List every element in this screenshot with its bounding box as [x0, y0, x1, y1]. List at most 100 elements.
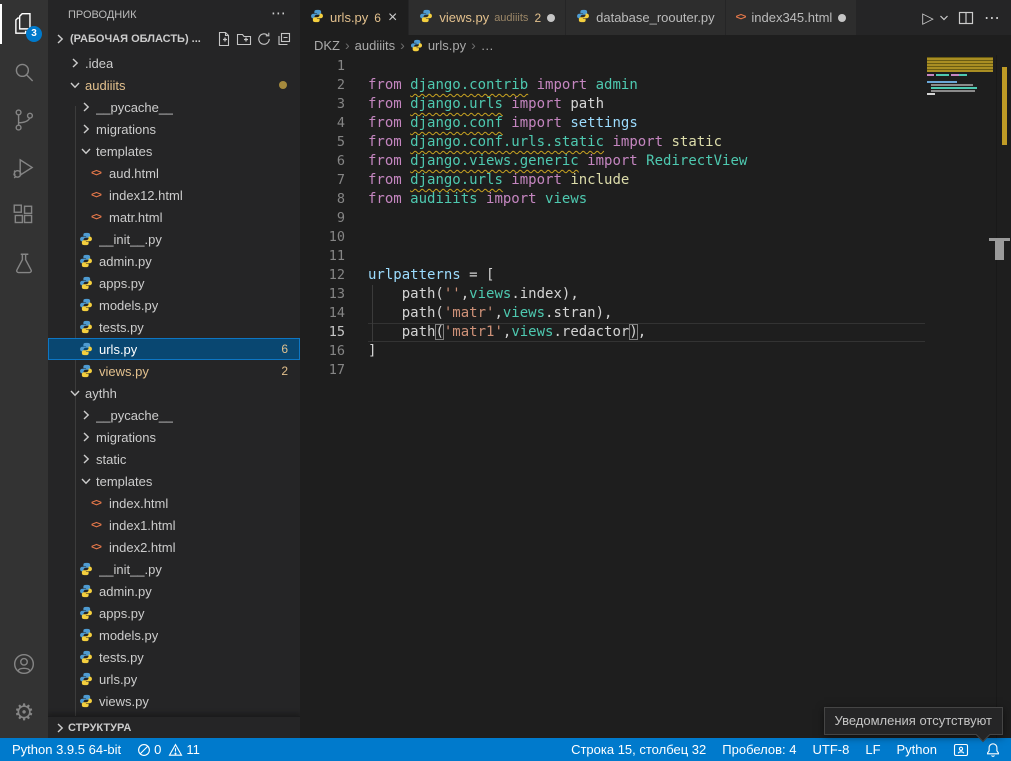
- python-file-icon: [78, 606, 94, 620]
- tree-item-file-urls-py[interactable]: urls.py: [48, 668, 300, 690]
- line-numbers-gutter: 12 34 56 78 910 1112 1314 1516 17: [300, 57, 345, 380]
- tree-item-file-aud-html[interactable]: <> aud.html: [48, 162, 300, 184]
- python-file-icon: [78, 254, 94, 268]
- tree-item-file-apps-py[interactable]: apps.py: [48, 272, 300, 294]
- tab-database-roouter-py[interactable]: database_roouter.py: [566, 0, 726, 35]
- account-icon[interactable]: [0, 640, 48, 688]
- tree-item-file-index12-html[interactable]: <> index12.html: [48, 184, 300, 206]
- tree-item-file-views-py[interactable]: views.py 2: [48, 360, 300, 382]
- tree-item-file-tests-py[interactable]: tests.py: [48, 646, 300, 668]
- errors-count: 0: [154, 742, 161, 757]
- tree-item-file-matr-html[interactable]: <> matr.html: [48, 206, 300, 228]
- tree-item-file-init-py[interactable]: __init__.py: [48, 558, 300, 580]
- indentation-status[interactable]: Пробелов: 4: [714, 738, 804, 761]
- tree-item-folder-pycache[interactable]: __pycache__: [48, 96, 300, 118]
- chevron-icon: [78, 143, 94, 159]
- tab-urls-py[interactable]: urls.py 6 ×: [300, 0, 409, 35]
- explorer-icon[interactable]: 3: [0, 0, 48, 48]
- html-file-icon: <>: [88, 168, 104, 179]
- tree-item-file-tests-py[interactable]: tests.py: [48, 316, 300, 338]
- tree-item-folder-static[interactable]: static: [48, 448, 300, 470]
- split-editor-icon[interactable]: [955, 5, 977, 31]
- python-interpreter-status[interactable]: Python 3.9.5 64-bit: [4, 738, 129, 761]
- chevron-icon: [67, 385, 83, 401]
- extensions-icon[interactable]: [0, 192, 48, 240]
- problems-status[interactable]: 0 11: [129, 738, 208, 761]
- python-file-icon: [410, 39, 423, 52]
- settings-gear-icon[interactable]: ⚙: [0, 688, 48, 736]
- explorer-badge: 3: [26, 26, 42, 42]
- html-file-icon: <>: [88, 520, 104, 531]
- breadcrumb-separator: ›: [400, 37, 405, 53]
- tab-views-py[interactable]: views.py audiiits 2: [409, 0, 566, 35]
- encoding-status[interactable]: UTF-8: [805, 738, 858, 761]
- tree-item-file-index2-html[interactable]: <> index2.html: [48, 536, 300, 558]
- collapse-all-icon[interactable]: [274, 29, 294, 49]
- breadcrumb-item[interactable]: urls.py: [428, 38, 466, 53]
- tree-item-folder-audiiits[interactable]: audiiits: [48, 74, 300, 96]
- cursor-position-status[interactable]: Строка 15, столбец 32: [563, 738, 714, 761]
- editor-group: urls.py 6 × views.py audiiits 2 database…: [300, 0, 1011, 738]
- tree-item-folder-pycache[interactable]: __pycache__: [48, 404, 300, 426]
- new-file-icon[interactable]: [214, 29, 234, 49]
- run-python-file-icon[interactable]: ▷: [917, 5, 939, 31]
- tree-item-file-views-py[interactable]: views.py: [48, 690, 300, 712]
- warnings-icon: [168, 743, 183, 757]
- tab-index345-html[interactable]: <> index345.html: [726, 0, 858, 35]
- testing-icon[interactable]: [0, 240, 48, 288]
- tree-item-folder-aythh[interactable]: aythh: [48, 382, 300, 404]
- more-actions-icon[interactable]: ⋯: [981, 5, 1003, 31]
- unsaved-dot-icon[interactable]: [838, 14, 846, 22]
- minimap[interactable]: [927, 57, 993, 121]
- status-bar: Python 3.9.5 64-bit 0 11 Строка 15, стол…: [0, 738, 1011, 761]
- scrollbar-thumb[interactable]: [995, 241, 1004, 260]
- minimap-warning-block: [927, 57, 993, 72]
- breadcrumb-item[interactable]: audiiits: [355, 38, 395, 53]
- overview-ruler[interactable]: [996, 55, 1011, 738]
- run-dropdown-chevron-icon[interactable]: [937, 5, 951, 31]
- tree-item-file-admin-py[interactable]: admin.py: [48, 250, 300, 272]
- file-tree: DKZ .idea audiiits __pycache__ migration…: [48, 40, 300, 722]
- tree-item-file-urls-py-selected[interactable]: urls.py 6: [48, 338, 300, 360]
- code-line: from django.contrib import admin: [368, 76, 925, 95]
- unsaved-dot-icon[interactable]: [547, 14, 555, 22]
- tree-item-file-index-html[interactable]: <> index.html: [48, 492, 300, 514]
- python-file-icon: [419, 9, 433, 26]
- tree-item-file-apps-py[interactable]: apps.py: [48, 602, 300, 624]
- tree-item-file-admin-py[interactable]: admin.py: [48, 580, 300, 602]
- tab-problems-badge: 2: [534, 11, 541, 25]
- python-file-icon: [78, 672, 94, 686]
- breadcrumb-symbol-tail[interactable]: …: [481, 38, 494, 53]
- tree-item-folder-migrations[interactable]: migrations: [48, 118, 300, 140]
- search-icon[interactable]: [0, 48, 48, 96]
- language-mode-status[interactable]: Python: [889, 738, 945, 761]
- tree-item-folder-migrations[interactable]: migrations: [48, 426, 300, 448]
- outline-section-header[interactable]: СТРУКТУРА: [48, 716, 300, 738]
- tree-item-file-index1-html[interactable]: <> index1.html: [48, 514, 300, 536]
- code-line: [368, 57, 925, 76]
- tree-item-file-models-py[interactable]: models.py: [48, 294, 300, 316]
- tree-item-file-models-py[interactable]: models.py: [48, 624, 300, 646]
- refresh-icon[interactable]: [254, 29, 274, 49]
- code-line: from django.urls import path: [368, 95, 925, 114]
- feedback-icon[interactable]: [945, 738, 977, 761]
- close-icon[interactable]: ×: [387, 11, 398, 25]
- outline-label: СТРУКТУРА: [68, 722, 131, 734]
- chevron-down-icon: [52, 31, 68, 47]
- code-line: [368, 228, 925, 247]
- new-folder-icon[interactable]: [234, 29, 254, 49]
- eol-status[interactable]: LF: [857, 738, 888, 761]
- tree-item-folder-idea[interactable]: .idea: [48, 52, 300, 74]
- tree-item-folder-templates[interactable]: templates: [48, 140, 300, 162]
- code-editor[interactable]: 12 34 56 78 910 1112 1314 1516 17 from d…: [300, 55, 1011, 738]
- breadcrumb-item[interactable]: DKZ: [314, 38, 340, 53]
- explorer-more-actions-icon[interactable]: ⋯: [265, 9, 292, 28]
- workspace-section-header[interactable]: (РАБОЧАЯ ОБЛАСТЬ) ...: [48, 28, 300, 50]
- tree-item-folder-templates[interactable]: templates: [48, 470, 300, 492]
- html-file-icon: <>: [88, 212, 104, 223]
- run-debug-icon[interactable]: [0, 144, 48, 192]
- tree-item-file-init-py[interactable]: __init__.py: [48, 228, 300, 250]
- source-control-icon[interactable]: [0, 96, 48, 144]
- code-lines: from django.contrib import admin from dj…: [368, 57, 925, 380]
- tab-description: audiiits: [494, 12, 528, 24]
